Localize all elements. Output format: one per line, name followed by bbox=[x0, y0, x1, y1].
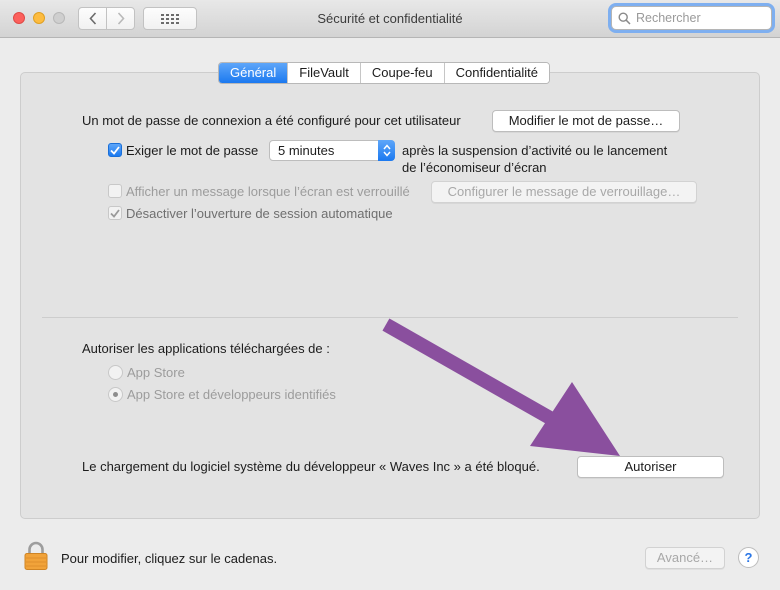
radio-app-store-identified-label: App Store et développeurs identifiés bbox=[127, 387, 336, 402]
show-lock-message-checkbox[interactable] bbox=[108, 184, 122, 198]
disable-auto-login-checkbox[interactable] bbox=[108, 206, 122, 220]
password-status-text: Un mot de passe de connexion a été confi… bbox=[82, 113, 461, 128]
password-delay-select[interactable]: 5 minutes bbox=[269, 140, 395, 161]
chevron-right-icon bbox=[117, 12, 125, 25]
password-delay-description-line2: de l’économiseur d’écran bbox=[402, 160, 547, 175]
radio-selected-dot bbox=[113, 392, 118, 397]
window-title: Sécurité et confidentialité bbox=[317, 11, 463, 26]
radio-app-store-label: App Store bbox=[127, 365, 185, 380]
back-button[interactable] bbox=[78, 7, 107, 30]
configure-lock-message-button[interactable]: Configurer le message de verrouillage… bbox=[431, 181, 697, 203]
password-delay-description-line1: après la suspension d’activité ou le lan… bbox=[402, 143, 668, 158]
disable-auto-login-label: Désactiver l’ouverture de session automa… bbox=[126, 206, 393, 221]
advanced-button[interactable]: Avancé… bbox=[645, 547, 725, 569]
search-input[interactable] bbox=[636, 11, 766, 25]
tab-filevault[interactable]: FileVault bbox=[288, 63, 361, 83]
tab-bar: Général FileVault Coupe-feu Confidential… bbox=[218, 62, 550, 84]
zoom-window-button[interactable] bbox=[53, 12, 65, 24]
show-lock-message-label: Afficher un message lorsque l’écran est … bbox=[126, 184, 410, 199]
search-icon bbox=[618, 11, 631, 25]
close-window-button[interactable] bbox=[13, 12, 25, 24]
search-field[interactable] bbox=[611, 6, 772, 30]
chevron-left-icon bbox=[88, 12, 96, 25]
checkmark-icon bbox=[110, 145, 120, 155]
minimize-window-button[interactable] bbox=[33, 12, 45, 24]
help-button[interactable]: ? bbox=[738, 547, 759, 568]
radio-app-store[interactable] bbox=[108, 365, 123, 380]
radio-app-store-identified[interactable] bbox=[108, 387, 123, 402]
grid-icon bbox=[161, 13, 179, 24]
updown-arrows-icon bbox=[378, 140, 395, 161]
lock-icon[interactable] bbox=[24, 541, 48, 571]
lock-hint-text: Pour modifier, cliquez sur le cadenas. bbox=[61, 551, 278, 566]
annotation-arrow-icon bbox=[382, 318, 620, 456]
forward-button[interactable] bbox=[106, 7, 135, 30]
tab-privacy[interactable]: Confidentialité bbox=[444, 63, 549, 83]
checkmark-icon bbox=[110, 208, 120, 218]
title-bar: Sécurité et confidentialité bbox=[0, 0, 780, 38]
password-delay-value: 5 minutes bbox=[278, 143, 335, 158]
change-password-button[interactable]: Modifier le mot de passe… bbox=[492, 110, 680, 132]
require-password-label: Exiger le mot de passe bbox=[126, 143, 259, 158]
tab-general[interactable]: Général bbox=[219, 63, 289, 83]
tab-firewall[interactable]: Coupe-feu bbox=[360, 63, 445, 83]
allow-apps-heading: Autoriser les applications téléchargées … bbox=[82, 341, 330, 356]
require-password-checkbox[interactable] bbox=[108, 143, 122, 157]
show-all-button[interactable] bbox=[143, 7, 197, 30]
